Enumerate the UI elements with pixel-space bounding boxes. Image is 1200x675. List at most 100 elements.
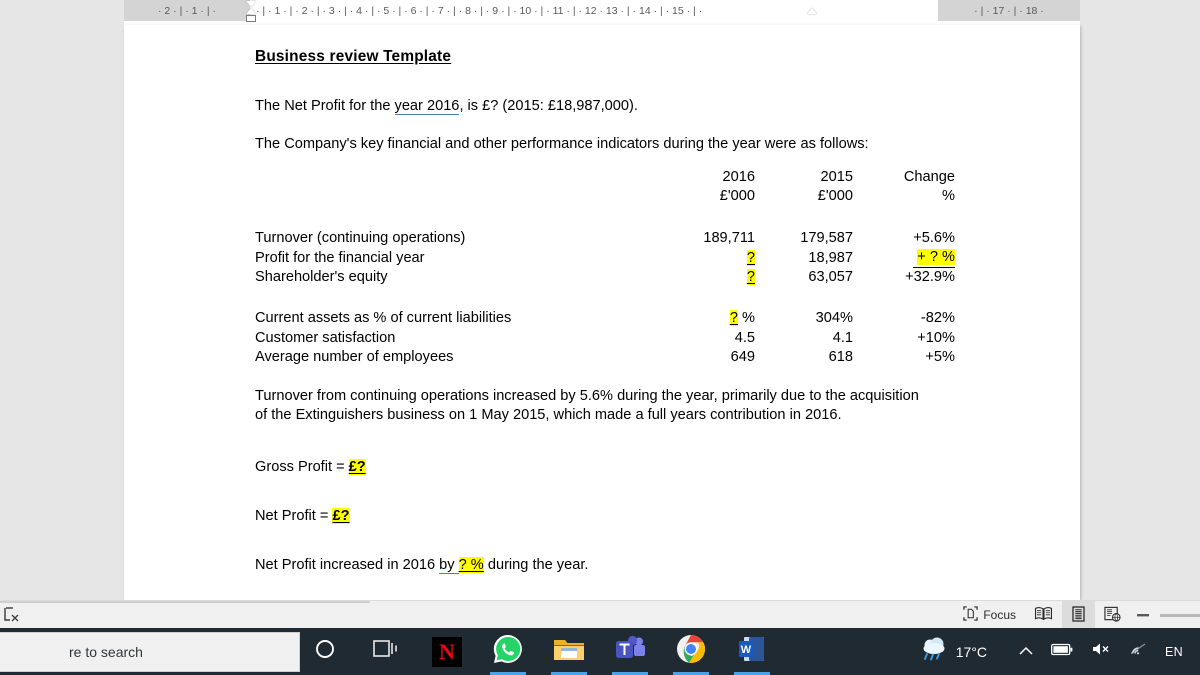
system-tray: 17°C EN: [911, 628, 1200, 675]
text-cursor-icon: [3, 606, 23, 624]
netflix-icon: N: [432, 636, 462, 667]
row-value-change: +5.6%: [913, 229, 955, 246]
taskbar-item-file-explorer[interactable]: [549, 628, 589, 675]
read-mode-button[interactable]: [1025, 601, 1062, 629]
taskbar-app-icons: N W: [305, 628, 772, 675]
table-row[interactable]: Turnover (continuing operations) 189,711…: [255, 229, 955, 248]
battery-button[interactable]: [1042, 628, 1082, 675]
row-value-2015: 18,987: [808, 249, 853, 266]
header-col1-unit: £'000: [719, 188, 755, 205]
row-label: Current assets as % of current liabiliti…: [255, 310, 512, 327]
row-label: Average number of employees: [255, 348, 454, 365]
ruler-body-ticks[interactable]: · | · 1 · | · 2 · | · 3 · | · 4 · | · 5 …: [250, 0, 938, 21]
print-layout-icon: [1071, 605, 1086, 625]
table-row[interactable]: Profit for the financial year ? 18,987 +…: [255, 248, 955, 269]
search-input[interactable]: re to search: [0, 632, 300, 672]
document-page[interactable]: Business review Template The Net Profit …: [124, 25, 1080, 600]
volume-muted-icon: [1091, 641, 1111, 662]
net-profit-value[interactable]: £?: [332, 508, 350, 525]
ruler-right-margin[interactable]: · | · 17 · | · 18 ·: [938, 0, 1080, 21]
google-chrome-icon: [676, 634, 706, 669]
row-value-suffix: %: [737, 310, 755, 327]
row-value-2015: 618: [828, 348, 853, 365]
web-layout-button[interactable]: [1095, 601, 1130, 629]
closing-line: Net Profit increased in 2016 by ? % duri…: [255, 556, 955, 575]
gross-profit-line: Gross Profit = £?: [255, 458, 955, 477]
financial-table[interactable]: 2016 2015 Change £'000 £'000 % Turnover …: [255, 168, 955, 367]
table-spacer-row-1: [255, 207, 955, 229]
table-row[interactable]: Shareholder's equity ? 63,057 +32.9%: [255, 268, 955, 287]
taskbar-item-google-chrome[interactable]: [671, 628, 711, 675]
spellcheck-year-2016[interactable]: year 2016: [394, 97, 460, 115]
battery-icon: [1051, 643, 1073, 661]
ruler-left-margin[interactable]: · 2 · | · 1 · | ·: [124, 0, 250, 21]
zoom-slider[interactable]: [1160, 613, 1200, 617]
focus-button[interactable]: Focus: [954, 601, 1025, 629]
page-title: Business review Template: [255, 48, 452, 65]
svg-text:W: W: [741, 644, 752, 656]
table-row[interactable]: Current assets as % of current liabiliti…: [255, 309, 955, 328]
document-content[interactable]: Business review Template The Net Profit …: [255, 47, 955, 574]
header-col1-year: 2016: [722, 169, 755, 186]
taskbar-item-cortana[interactable]: [305, 628, 345, 675]
left-indent-marker[interactable]: [246, 15, 256, 22]
table-row[interactable]: Average number of employees 649 618 +5%: [255, 348, 955, 367]
ruler-outer-left: [0, 0, 124, 25]
row-value-2016[interactable]: ?: [655, 268, 755, 287]
document-canvas: Business review Template The Net Profit …: [0, 25, 1200, 600]
row-value-change[interactable]: + ? %: [853, 248, 955, 269]
taskbar-item-microsoft-teams[interactable]: [610, 628, 650, 675]
closing-highlighted-placeholder[interactable]: ? %: [458, 556, 484, 573]
intro-paragraph: The Net Profit for the year 2016, is £? …: [255, 97, 955, 116]
header-col3-unit: %: [942, 188, 955, 205]
row-value-2015: 179,587: [800, 229, 853, 246]
wifi-icon: [1129, 642, 1147, 661]
ruler-outer-right: [1080, 0, 1200, 25]
tab-stop-marker[interactable]: [807, 8, 817, 14]
taskbar-item-task-view[interactable]: [366, 628, 406, 675]
hanging-indent-marker[interactable]: [246, 8, 256, 14]
zoom-out-button[interactable]: [1130, 613, 1156, 617]
highlighted-placeholder[interactable]: ?: [746, 249, 755, 266]
row-value-2016: 649: [730, 348, 755, 365]
row-value-2016[interactable]: ?: [655, 248, 755, 268]
taskbar-item-microsoft-word[interactable]: W: [732, 628, 772, 675]
screen: · 2 · | · 1 · | · · | · 1 · | · 2 · | · …: [0, 0, 1200, 675]
horizontal-ruler[interactable]: · 2 · | · 1 · | · · | · 1 · | · 2 · | · …: [0, 0, 1200, 25]
network-button[interactable]: [1120, 628, 1156, 675]
indent-markers[interactable]: [243, 0, 259, 25]
show-hidden-icons-button[interactable]: [1010, 628, 1042, 675]
taskbar-item-netflix[interactable]: N: [427, 628, 467, 675]
header-blank-cell: [255, 168, 655, 187]
status-bar-right: Focus: [954, 601, 1200, 629]
volume-button[interactable]: [1082, 628, 1120, 675]
highlighted-placeholder[interactable]: + ? %: [917, 248, 955, 265]
file-explorer-icon: [553, 636, 585, 667]
row-value-2016: 189,711: [703, 229, 755, 246]
spellcheck-by[interactable]: by: [439, 556, 459, 574]
task-view-icon: [373, 638, 399, 665]
print-layout-button[interactable]: [1062, 601, 1095, 629]
header-col2-year: 2015: [820, 169, 853, 186]
search-placeholder: re to search: [69, 644, 143, 660]
focus-icon: [963, 606, 978, 624]
net-profit-line: Net Profit = £?: [255, 507, 955, 526]
row-label: Turnover (continuing operations): [255, 229, 466, 246]
header-unit-blank-cell: [255, 187, 655, 206]
whatsapp-icon: [492, 633, 524, 670]
gross-profit-value[interactable]: £?: [348, 459, 366, 476]
highlighted-placeholder[interactable]: ?: [729, 310, 738, 327]
indicators-intro-line: The Company's key financial and other pe…: [255, 136, 869, 153]
table-row[interactable]: Customer satisfaction 4.5 4.1 +10%: [255, 329, 955, 348]
taskbar-item-whatsapp[interactable]: [488, 628, 528, 675]
status-bar-divider: [0, 601, 370, 603]
intro-text-after: , is £? (2015: £18,987,000).: [459, 97, 638, 114]
row-value-change: +32.9%: [905, 269, 955, 286]
row-label: Profit for the financial year: [255, 249, 425, 266]
closing-text-after: during the year.: [483, 556, 589, 573]
weather-widget[interactable]: 17°C: [911, 628, 1010, 675]
first-line-indent-marker[interactable]: [246, 1, 256, 7]
row-value-2016[interactable]: ? %: [655, 309, 755, 328]
highlighted-placeholder[interactable]: ?: [746, 269, 755, 286]
language-indicator[interactable]: EN: [1156, 628, 1200, 675]
